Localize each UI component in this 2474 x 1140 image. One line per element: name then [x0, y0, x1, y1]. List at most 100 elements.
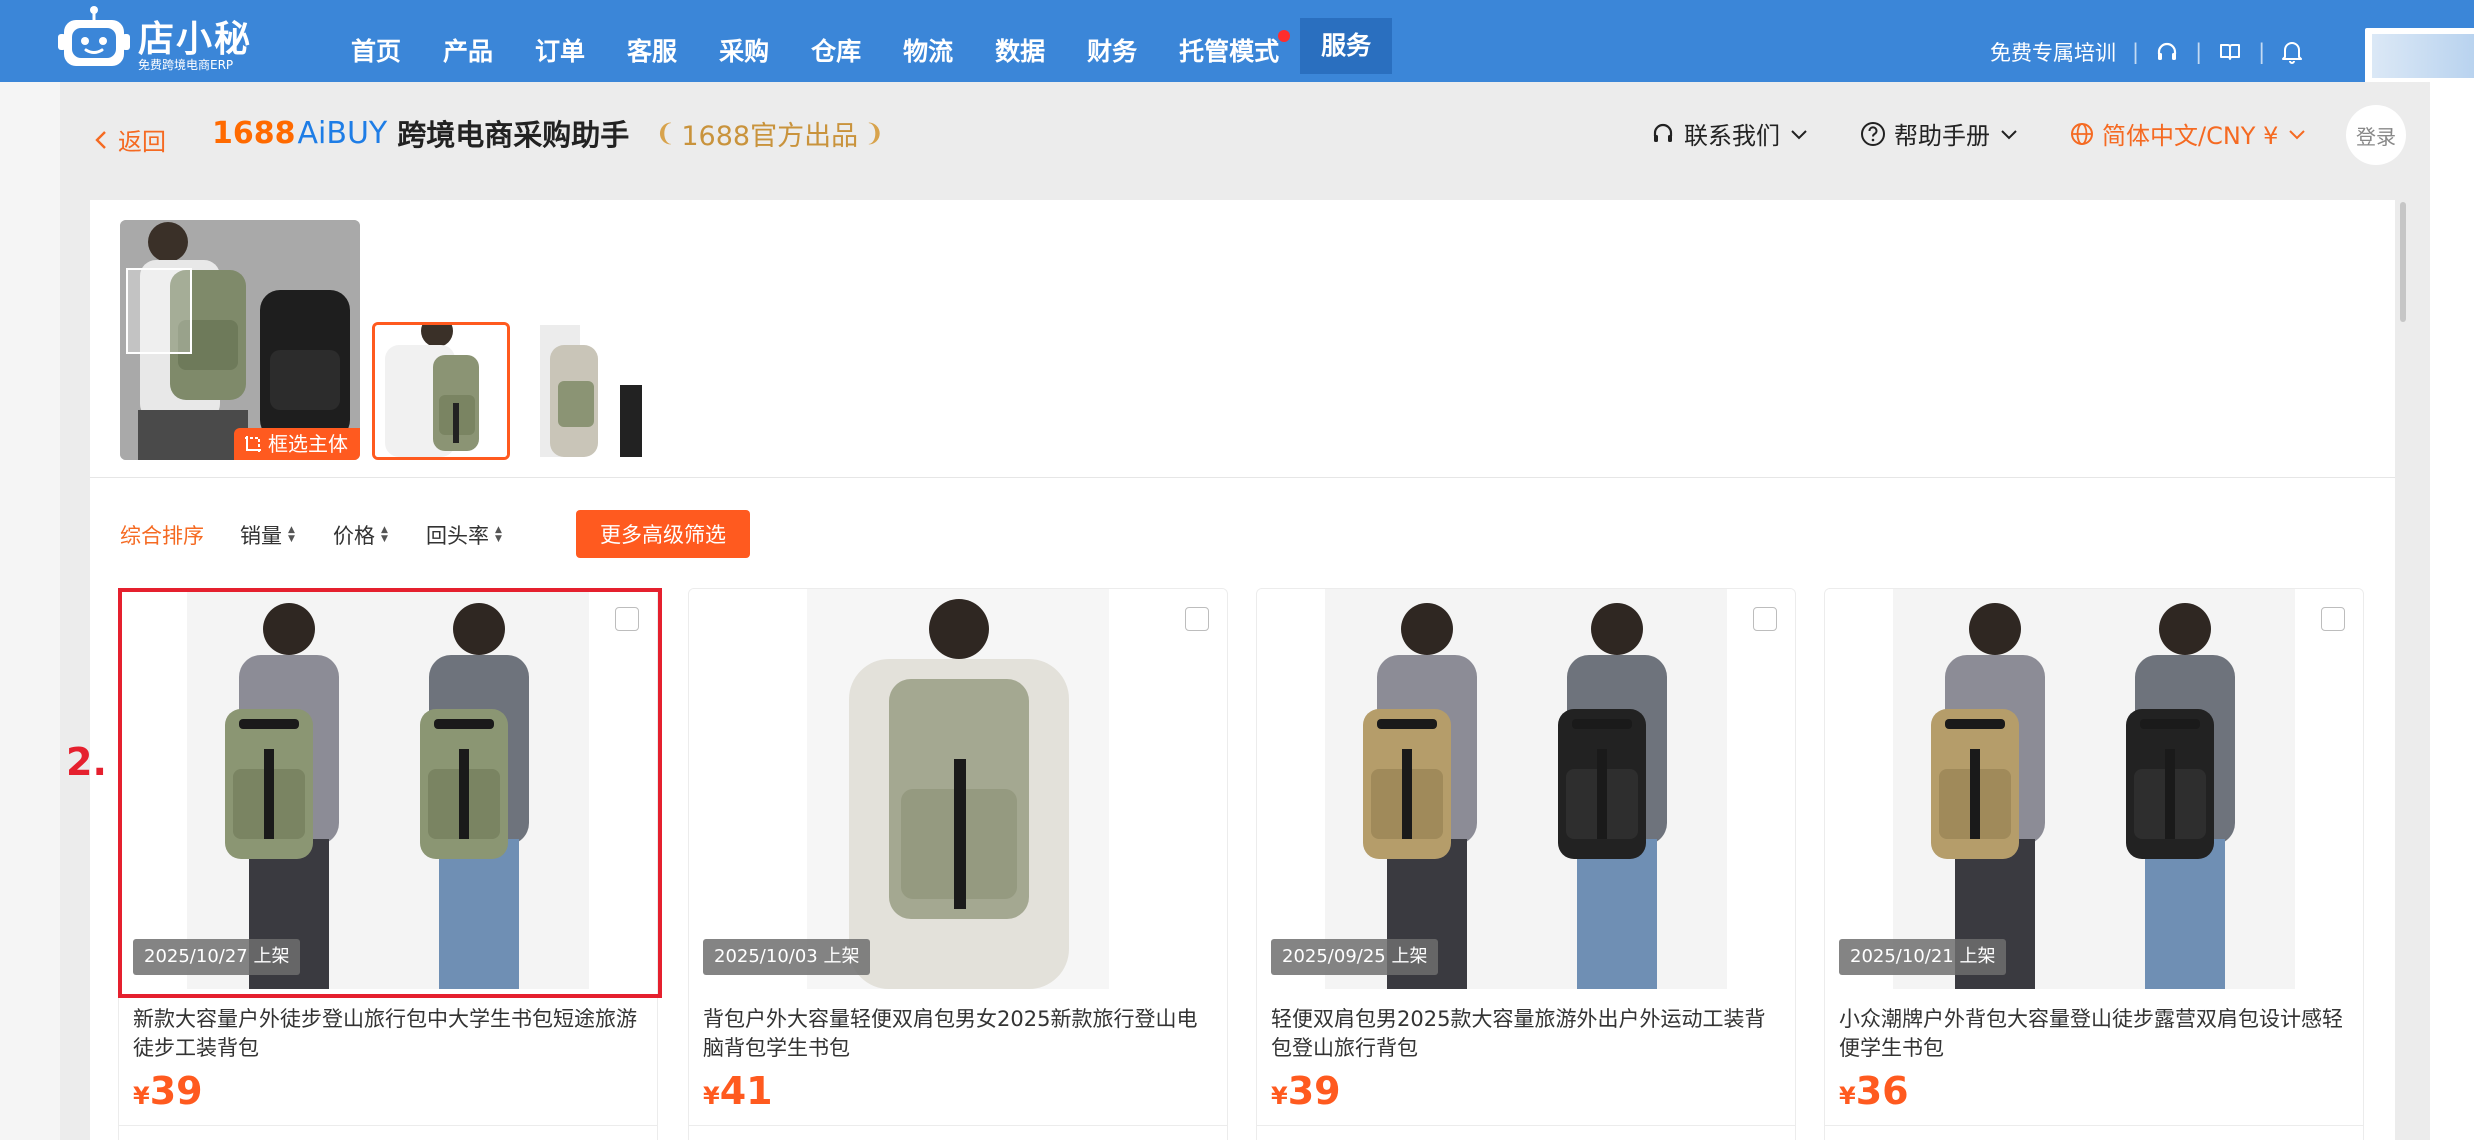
search-image-thumb-selected[interactable]	[372, 322, 510, 460]
advanced-filter-button[interactable]: 更多高级筛选	[576, 510, 750, 558]
nav-item[interactable]: 财务	[1066, 22, 1158, 82]
subject-selection-box[interactable]	[126, 268, 192, 354]
nav-item-label: 服务	[1321, 31, 1372, 60]
price-currency: ¥	[1271, 1082, 1288, 1110]
laurel-left-icon: ❨	[655, 119, 676, 147]
nav-item[interactable]: 数据	[974, 22, 1066, 82]
nav-item-label: 产品	[443, 37, 494, 66]
help-manual-menu[interactable]: 帮助手册	[1860, 116, 2018, 151]
notification-dot	[1278, 30, 1291, 42]
brand-1688: 1688	[212, 115, 296, 151]
sort-price-label: 价格	[333, 524, 375, 548]
sort-default[interactable]: 综合排序	[120, 520, 204, 550]
product-image	[1257, 589, 1795, 989]
language-currency-menu[interactable]: 简体中文/CNY ¥	[2070, 116, 2306, 151]
sort-repurchase-label: 回头率	[426, 524, 489, 548]
sort-price[interactable]: 价格 ▲ ▼	[333, 520, 388, 550]
product-card[interactable]: 2025/10/03 上架背包户外大容量轻便双肩包男女2025新款旅行登山电脑背…	[688, 588, 1228, 1140]
nav-item-label: 数据	[995, 37, 1046, 66]
nav-item-label: 采购	[719, 37, 770, 66]
sort-sales[interactable]: 销量 ▲ ▼	[240, 520, 295, 550]
nav-item[interactable]: 客服	[606, 22, 698, 82]
listing-date-tag: 2025/10/21 上架	[1839, 939, 2007, 975]
search-image-thumb[interactable]	[540, 325, 642, 457]
product-image-area[interactable]: 2025/10/21 上架	[1825, 589, 2363, 989]
bell-icon[interactable]	[2281, 40, 2303, 64]
nav-item[interactable]: 仓库	[790, 22, 882, 82]
product-price: ¥41	[703, 1069, 773, 1113]
product-image	[119, 589, 657, 989]
annotation-step-label: 2.	[66, 740, 107, 784]
help-icon	[1861, 121, 1885, 146]
language-currency-label: 简体中文/CNY ¥	[2102, 122, 2279, 150]
product-select-checkbox[interactable]	[2321, 607, 2345, 631]
panel-scrollbar[interactable]	[2396, 186, 2410, 1066]
product-card[interactable]: 2025/10/21 上架小众潮牌户外背包大容量登山徒步露营双肩包设计感轻便学生…	[1824, 588, 2364, 1140]
contact-us-menu[interactable]: 联系我们	[1650, 116, 1808, 151]
product-price: ¥39	[133, 1069, 203, 1113]
nav-item[interactable]: 订单	[514, 22, 606, 82]
globe-icon	[2071, 122, 2093, 145]
login-button[interactable]: 登录	[2346, 105, 2406, 165]
product-price: ¥39	[1271, 1069, 1341, 1113]
product-title[interactable]: 小众潮牌户外背包大容量登山徒步露营双肩包设计感轻便学生书包	[1839, 1005, 2351, 1063]
product-image-area[interactable]: 2025/10/27 上架	[119, 589, 657, 989]
topbar-right-tools: 免费专属培训 | | |	[1990, 34, 2303, 70]
robot-logo-icon	[58, 6, 130, 66]
product-price: ¥36	[1839, 1069, 1909, 1113]
product-title[interactable]: 新款大容量户外徒步登山旅行包中大学生书包短途旅游徒步工装背包	[133, 1005, 645, 1063]
nav-item[interactable]: 托管模式	[1158, 22, 1300, 82]
product-select-checkbox[interactable]	[1185, 607, 1209, 631]
official-badge: ❨ 1688官方出品 ❩	[649, 114, 890, 153]
nav-item[interactable]: 服务	[1300, 18, 1393, 74]
nav-item-label: 物流	[903, 37, 954, 66]
crop-icon	[245, 436, 261, 452]
training-link[interactable]: 免费专属培训	[1990, 37, 2116, 67]
product-title[interactable]: 轻便双肩包男2025款大容量旅游外出户外运动工装背包登山旅行背包	[1271, 1005, 1783, 1063]
select-subject-button[interactable]: 框选主体	[234, 428, 360, 460]
brand-aibuy: AiBUY	[297, 115, 388, 151]
product-select-checkbox[interactable]	[615, 607, 639, 631]
card-divider	[1825, 1125, 2363, 1126]
product-title[interactable]: 背包户外大容量轻便双肩包男女2025新款旅行登山电脑背包学生书包	[703, 1005, 1215, 1063]
price-value: 39	[1287, 1069, 1341, 1113]
nav-item-label: 订单	[535, 37, 586, 66]
product-image-area[interactable]: 2025/09/25 上架	[1257, 589, 1795, 989]
listing-date-tag: 2025/10/03 上架	[703, 939, 871, 975]
price-value: 41	[719, 1069, 773, 1113]
scrollbar-thumb[interactable]	[2400, 202, 2406, 322]
card-divider	[1257, 1125, 1795, 1126]
listing-date-tag: 2025/09/25 上架	[1271, 939, 1439, 975]
product-card[interactable]: 2025/10/27 上架新款大容量户外徒步登山旅行包中大学生书包短途旅游徒步工…	[118, 588, 658, 1140]
help-manual-label: 帮助手册	[1894, 122, 1990, 150]
nav-item[interactable]: 产品	[422, 22, 514, 82]
top-nav-bar: 店小秘 免费跨境电商ERP 首页 产品 订单 客服 采购 仓库 物流 数据 财务 托管模式 服务 免…	[0, 0, 2474, 82]
search-image-main[interactable]: 框选主体	[120, 220, 360, 460]
product-card[interactable]: 2025/09/25 上架轻便双肩包男2025款大容量旅游外出户外运动工装背包登…	[1256, 588, 1796, 1140]
nav-item[interactable]: 首页	[330, 22, 422, 82]
sort-repurchase[interactable]: 回头率 ▲ ▼	[426, 520, 502, 550]
chevron-down-icon	[2001, 129, 2017, 139]
product-select-checkbox[interactable]	[1753, 607, 1777, 631]
sort-arrows-icon: ▲ ▼	[381, 525, 388, 544]
nav-item[interactable]: 物流	[882, 22, 974, 82]
chevron-down-icon	[1791, 129, 1807, 139]
user-area[interactable]	[2365, 28, 2474, 82]
logo[interactable]: 店小秘 免费跨境电商ERP	[58, 6, 258, 72]
product-image-area[interactable]: 2025/10/03 上架	[689, 589, 1227, 989]
back-button[interactable]: 返回	[94, 122, 166, 157]
nav-item[interactable]: 采购	[698, 22, 790, 82]
sort-sales-label: 销量	[240, 524, 282, 548]
listing-date-tag: 2025/10/27 上架	[133, 939, 301, 975]
headset-icon	[1653, 123, 1673, 142]
page-title: 跨境电商采购助手	[397, 118, 630, 152]
product-image	[1825, 589, 2363, 989]
nav-item-label: 首页	[351, 37, 402, 66]
headset-icon[interactable]	[2155, 40, 2179, 64]
main-nav: 首页 产品 订单 客服 采购 仓库 物流 数据 财务 托管模式 服务	[330, 18, 1393, 82]
thumb-backpack-image	[375, 325, 507, 457]
assistant-header: 返回 1688 AiBUY 跨境电商采购助手 ❨ 1688官方出品 ❩ 联系我们…	[60, 82, 2430, 197]
left-gutter	[0, 82, 60, 1140]
price-currency: ¥	[133, 1082, 150, 1110]
book-icon[interactable]	[2218, 40, 2242, 64]
